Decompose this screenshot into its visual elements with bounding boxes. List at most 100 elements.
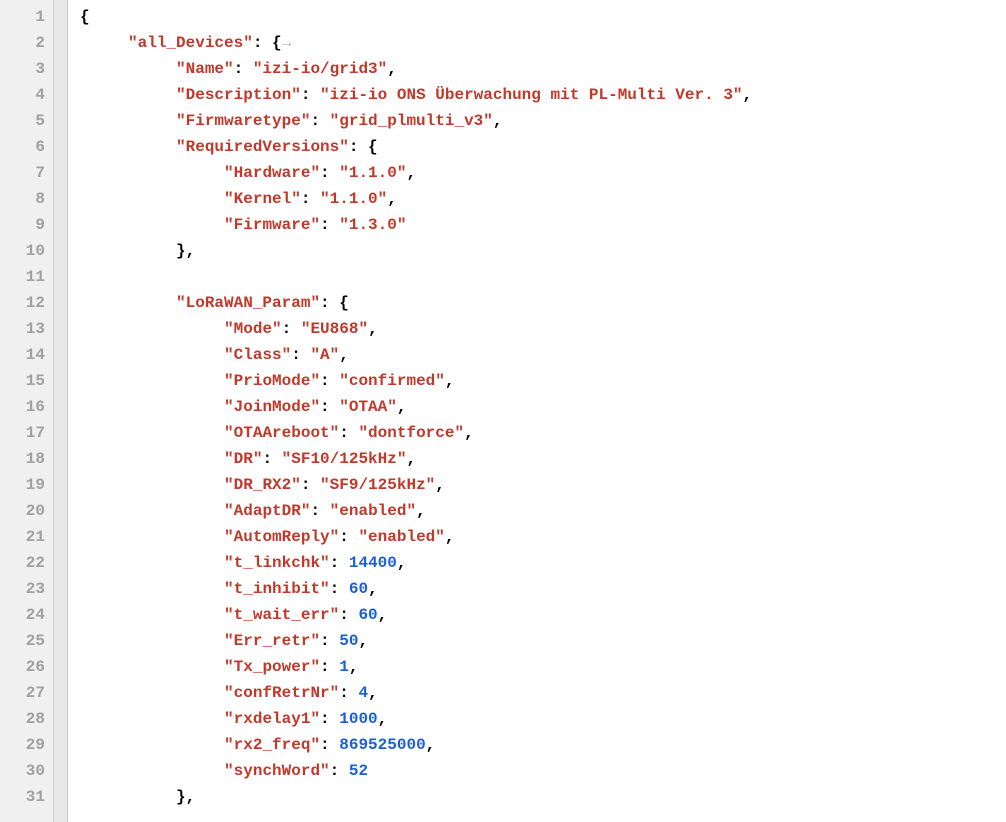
fold-cell[interactable] — [54, 368, 67, 394]
fold-cell[interactable] — [54, 56, 67, 82]
fold-cell[interactable] — [54, 238, 67, 264]
json-punct: , — [368, 320, 378, 338]
json-key: "AdaptDR" — [224, 502, 310, 520]
code-line[interactable]: "LoRaWAN_Param": { — [80, 290, 1006, 316]
code-line[interactable]: "Err_retr": 50, — [80, 628, 1006, 654]
code-line[interactable]: "t_inhibit": 60, — [80, 576, 1006, 602]
json-punct: : — [320, 632, 339, 650]
fold-cell[interactable] — [54, 4, 67, 30]
json-punct: : — [339, 606, 358, 624]
code-line[interactable]: "DR": "SF10/125kHz", — [80, 446, 1006, 472]
fold-cell[interactable] — [54, 82, 67, 108]
code-line[interactable]: "t_linkchk": 14400, — [80, 550, 1006, 576]
code-line[interactable]: "Hardware": "1.1.0", — [80, 160, 1006, 186]
code-line[interactable]: "Description": "izi-io ONS Überwachung m… — [80, 82, 1006, 108]
fold-cell[interactable] — [54, 420, 67, 446]
code-line[interactable]: "Tx_power": 1, — [80, 654, 1006, 680]
line-number: 8 — [6, 186, 45, 212]
code-line[interactable]: }, — [80, 784, 1006, 810]
json-key: "Kernel" — [224, 190, 301, 208]
fold-cell[interactable] — [54, 446, 67, 472]
fold-cell[interactable] — [54, 576, 67, 602]
json-punct: , — [378, 606, 388, 624]
code-line[interactable]: "JoinMode": "OTAA", — [80, 394, 1006, 420]
line-number: 12 — [6, 290, 45, 316]
code-line[interactable]: "synchWord": 52 — [80, 758, 1006, 784]
code-line[interactable]: "RequiredVersions": { — [80, 134, 1006, 160]
code-line[interactable]: "Mode": "EU868", — [80, 316, 1006, 342]
json-number: 4 — [358, 684, 368, 702]
fold-cell[interactable] — [54, 394, 67, 420]
code-line[interactable]: "Class": "A", — [80, 342, 1006, 368]
fold-cell[interactable] — [54, 160, 67, 186]
fold-cell[interactable] — [54, 290, 67, 316]
json-string: "SF9/125kHz" — [320, 476, 435, 494]
code-line[interactable]: { — [80, 4, 1006, 30]
line-number: 10 — [6, 238, 45, 264]
fold-cell[interactable] — [54, 186, 67, 212]
fold-cell[interactable] — [54, 758, 67, 784]
fold-column[interactable] — [54, 0, 68, 822]
fold-cell[interactable] — [54, 602, 67, 628]
fold-cell[interactable] — [54, 134, 67, 160]
line-number: 22 — [6, 550, 45, 576]
code-line[interactable]: "t_wait_err": 60, — [80, 602, 1006, 628]
json-key: "LoRaWAN_Param" — [176, 294, 320, 312]
json-key: "OTAAreboot" — [224, 424, 339, 442]
fold-cell[interactable] — [54, 264, 67, 290]
fold-cell[interactable] — [54, 316, 67, 342]
fold-cell[interactable] — [54, 342, 67, 368]
json-key: "AutomReply" — [224, 528, 339, 546]
code-line[interactable]: "Firmware": "1.3.0" — [80, 212, 1006, 238]
fold-cell[interactable] — [54, 732, 67, 758]
json-punct: , — [358, 632, 368, 650]
json-punct: : — [330, 580, 349, 598]
code-line[interactable]: "confRetrNr": 4, — [80, 680, 1006, 706]
code-line[interactable]: "AdaptDR": "enabled", — [80, 498, 1006, 524]
json-key: "JoinMode" — [224, 398, 320, 416]
json-punct: : — [310, 502, 329, 520]
fold-cell[interactable] — [54, 628, 67, 654]
json-number: 1 — [339, 658, 349, 676]
fold-cell[interactable] — [54, 524, 67, 550]
json-key: "DR" — [224, 450, 262, 468]
fold-cell[interactable] — [54, 212, 67, 238]
code-line[interactable]: "Kernel": "1.1.0", — [80, 186, 1006, 212]
fold-cell[interactable] — [54, 498, 67, 524]
line-number: 14 — [6, 342, 45, 368]
code-line[interactable]: "PrioMode": "confirmed", — [80, 368, 1006, 394]
code-line[interactable]: "DR_RX2": "SF9/125kHz", — [80, 472, 1006, 498]
code-line[interactable]: "rxdelay1": 1000, — [80, 706, 1006, 732]
line-number: 19 — [6, 472, 45, 498]
json-number: 60 — [358, 606, 377, 624]
fold-cell[interactable] — [54, 550, 67, 576]
line-number: 20 — [6, 498, 45, 524]
fold-cell[interactable] — [54, 472, 67, 498]
whitespace-indicator-icon: → — [282, 34, 292, 52]
json-punct: , — [339, 346, 349, 364]
fold-cell[interactable] — [54, 108, 67, 134]
fold-cell[interactable] — [54, 680, 67, 706]
fold-cell[interactable] — [54, 784, 67, 810]
code-line[interactable]: "Name": "izi-io/grid3", — [80, 56, 1006, 82]
code-line[interactable]: }, — [80, 238, 1006, 264]
line-number: 7 — [6, 160, 45, 186]
code-line[interactable]: "all_Devices": {→ — [80, 30, 1006, 56]
line-number: 5 — [6, 108, 45, 134]
json-key: "Hardware" — [224, 164, 320, 182]
fold-cell[interactable] — [54, 706, 67, 732]
line-number: 21 — [6, 524, 45, 550]
code-line[interactable]: "OTAAreboot": "dontforce", — [80, 420, 1006, 446]
code-line[interactable]: "Firmwaretype": "grid_plmulti_v3", — [80, 108, 1006, 134]
code-editor[interactable]: 1234567891011121314151617181920212223242… — [0, 0, 1006, 822]
fold-cell[interactable] — [54, 654, 67, 680]
json-number: 60 — [349, 580, 368, 598]
code-line[interactable]: "rx2_freq": 869525000, — [80, 732, 1006, 758]
code-line[interactable] — [80, 264, 1006, 290]
json-key: "confRetrNr" — [224, 684, 339, 702]
code-area[interactable]: { "all_Devices": {→ "Name": "izi-io/grid… — [68, 0, 1006, 822]
json-key: "synchWord" — [224, 762, 330, 780]
fold-cell[interactable] — [54, 30, 67, 56]
code-line[interactable]: "AutomReply": "enabled", — [80, 524, 1006, 550]
json-key: "all_Devices" — [128, 34, 253, 52]
